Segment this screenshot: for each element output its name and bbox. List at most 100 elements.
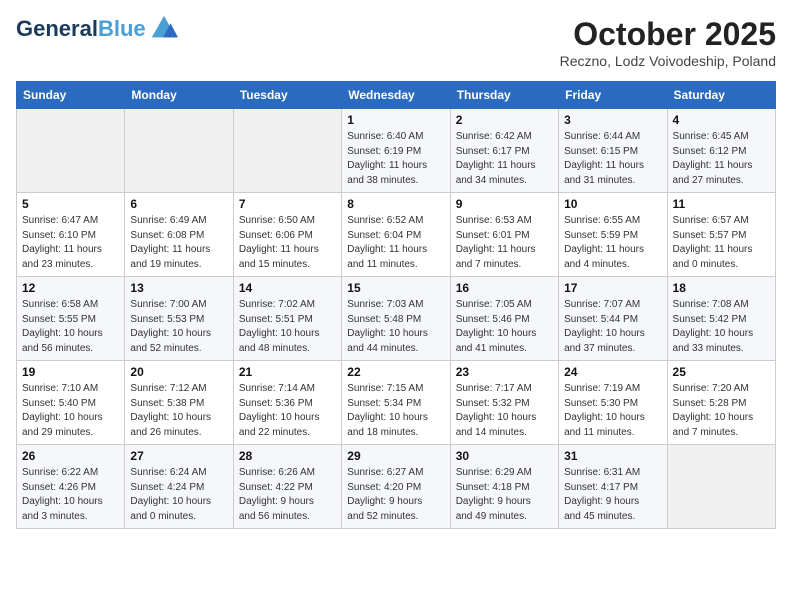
page-header: GeneralBlue October 2025 Reczno, Lodz Vo… [16, 16, 776, 69]
day-number: 29 [347, 449, 444, 463]
day-number: 15 [347, 281, 444, 295]
day-number: 6 [130, 197, 227, 211]
day-number: 3 [564, 113, 661, 127]
calendar-cell: 28 Sunrise: 6:26 AM Sunset: 4:22 PM Dayli… [233, 445, 341, 529]
day-number: 21 [239, 365, 336, 379]
calendar-cell: 2Sunrise: 6:42 AM Sunset: 6:17 PM Daylig… [450, 109, 558, 193]
calendar-cell: 18 Sunrise: 7:08 AM Sunset: 5:42 PM Dayli… [667, 277, 775, 361]
logo-icon [150, 14, 178, 42]
calendar-cell: 6Sunrise: 6:49 AM Sunset: 6:08 PM Daylig… [125, 193, 233, 277]
calendar-cell: 19 Sunrise: 7:10 AM Sunset: 5:40 PM Dayli… [17, 361, 125, 445]
calendar-cell: 26 Sunrise: 6:22 AM Sunset: 4:26 PM Dayli… [17, 445, 125, 529]
weekday-header: Wednesday [342, 82, 450, 109]
day-info: Sunrise: 6:40 AM Sunset: 6:19 PM Dayligh… [347, 130, 444, 188]
day-number: 22 [347, 365, 444, 379]
day-number: 4 [673, 113, 770, 127]
day-number: 26 [22, 449, 119, 463]
day-number: 20 [130, 365, 227, 379]
day-number: 19 [22, 365, 119, 379]
calendar-cell: 4 Sunrise: 6:45 AM Sunset: 6:12 PM Daylig… [667, 109, 775, 193]
day-number: 25 [673, 365, 770, 379]
calendar-week-row: 26 Sunrise: 6:22 AM Sunset: 4:26 PM Dayli… [17, 445, 776, 529]
calendar-week-row: 19 Sunrise: 7:10 AM Sunset: 5:40 PM Dayli… [17, 361, 776, 445]
location-subtitle: Reczno, Lodz Voivodeship, Poland [560, 53, 776, 69]
calendar-cell: 31 Sunrise: 6:31 AM Sunset: 4:17 PM Dayli… [559, 445, 667, 529]
calendar-cell: 16Sunrise: 7:05 AM Sunset: 5:46 PM Dayli… [450, 277, 558, 361]
calendar-cell: 25Sunrise: 7:20 AM Sunset: 5:28 PM Dayli… [667, 361, 775, 445]
calendar-cell [125, 109, 233, 193]
calendar-cell: 20 Sunrise: 7:12 AM Sunset: 5:38 PM Dayli… [125, 361, 233, 445]
calendar-cell: 7Sunrise: 6:50 AM Sunset: 6:06 PM Daylig… [233, 193, 341, 277]
day-info: Sunrise: 7:15 AM Sunset: 5:34 PM Dayligh… [347, 382, 444, 440]
calendar-cell: 14Sunrise: 7:02 AM Sunset: 5:51 PM Dayli… [233, 277, 341, 361]
calendar-cell: 10Sunrise: 6:55 AM Sunset: 5:59 PM Dayli… [559, 193, 667, 277]
day-number: 12 [22, 281, 119, 295]
calendar-cell: 13Sunrise: 7:00 AM Sunset: 5:53 PM Dayli… [125, 277, 233, 361]
day-info: Sunrise: 7:10 AM Sunset: 5:40 PM Dayligh… [22, 382, 119, 440]
calendar-cell: 8 Sunrise: 6:52 AM Sunset: 6:04 PM Daylig… [342, 193, 450, 277]
calendar-cell: 27Sunrise: 6:24 AM Sunset: 4:24 PM Dayli… [125, 445, 233, 529]
calendar-cell [17, 109, 125, 193]
day-number: 11 [673, 197, 770, 211]
calendar-cell: 9Sunrise: 6:53 AM Sunset: 6:01 PM Daylig… [450, 193, 558, 277]
day-number: 18 [673, 281, 770, 295]
day-info: Sunrise: 6:29 AM Sunset: 4:18 PM Dayligh… [456, 466, 553, 524]
calendar-week-row: 1 Sunrise: 6:40 AM Sunset: 6:19 PM Daylig… [17, 109, 776, 193]
calendar-cell [667, 445, 775, 529]
calendar-cell: 30 Sunrise: 6:29 AM Sunset: 4:18 PM Dayli… [450, 445, 558, 529]
day-info: Sunrise: 6:22 AM Sunset: 4:26 PM Dayligh… [22, 466, 119, 524]
day-number: 14 [239, 281, 336, 295]
day-number: 24 [564, 365, 661, 379]
weekday-header: Sunday [17, 82, 125, 109]
day-info: Sunrise: 7:00 AM Sunset: 5:53 PM Dayligh… [130, 298, 227, 356]
day-info: Sunrise: 6:45 AM Sunset: 6:12 PM Dayligh… [673, 130, 770, 188]
title-block: October 2025 Reczno, Lodz Voivodeship, P… [560, 16, 776, 69]
day-number: 2 [456, 113, 553, 127]
day-number: 9 [456, 197, 553, 211]
day-info: Sunrise: 7:17 AM Sunset: 5:32 PM Dayligh… [456, 382, 553, 440]
weekday-header: Saturday [667, 82, 775, 109]
weekday-header: Friday [559, 82, 667, 109]
day-info: Sunrise: 6:27 AM Sunset: 4:20 PM Dayligh… [347, 466, 444, 524]
calendar-cell: 3 Sunrise: 6:44 AM Sunset: 6:15 PM Daylig… [559, 109, 667, 193]
calendar-cell: 11Sunrise: 6:57 AM Sunset: 5:57 PM Dayli… [667, 193, 775, 277]
day-number: 23 [456, 365, 553, 379]
day-info: Sunrise: 7:12 AM Sunset: 5:38 PM Dayligh… [130, 382, 227, 440]
calendar-cell: 23 Sunrise: 7:17 AM Sunset: 5:32 PM Dayli… [450, 361, 558, 445]
calendar-cell: 12 Sunrise: 6:58 AM Sunset: 5:55 PM Dayli… [17, 277, 125, 361]
day-info: Sunrise: 6:50 AM Sunset: 6:06 PM Dayligh… [239, 214, 336, 272]
calendar-cell: 5 Sunrise: 6:47 AM Sunset: 6:10 PM Daylig… [17, 193, 125, 277]
day-info: Sunrise: 6:26 AM Sunset: 4:22 PM Dayligh… [239, 466, 336, 524]
day-info: Sunrise: 6:58 AM Sunset: 5:55 PM Dayligh… [22, 298, 119, 356]
day-info: Sunrise: 6:24 AM Sunset: 4:24 PM Dayligh… [130, 466, 227, 524]
day-number: 17 [564, 281, 661, 295]
day-number: 1 [347, 113, 444, 127]
calendar-week-row: 12 Sunrise: 6:58 AM Sunset: 5:55 PM Dayli… [17, 277, 776, 361]
calendar-cell: 1 Sunrise: 6:40 AM Sunset: 6:19 PM Daylig… [342, 109, 450, 193]
day-number: 5 [22, 197, 119, 211]
day-info: Sunrise: 7:19 AM Sunset: 5:30 PM Dayligh… [564, 382, 661, 440]
day-info: Sunrise: 7:14 AM Sunset: 5:36 PM Dayligh… [239, 382, 336, 440]
calendar-cell: 22 Sunrise: 7:15 AM Sunset: 5:34 PM Dayli… [342, 361, 450, 445]
day-info: Sunrise: 6:31 AM Sunset: 4:17 PM Dayligh… [564, 466, 661, 524]
weekday-header: Tuesday [233, 82, 341, 109]
day-number: 16 [456, 281, 553, 295]
day-info: Sunrise: 7:08 AM Sunset: 5:42 PM Dayligh… [673, 298, 770, 356]
calendar-week-row: 5 Sunrise: 6:47 AM Sunset: 6:10 PM Daylig… [17, 193, 776, 277]
weekday-header: Thursday [450, 82, 558, 109]
weekday-header: Monday [125, 82, 233, 109]
logo: GeneralBlue [16, 16, 178, 42]
calendar-table: SundayMondayTuesdayWednesdayThursdayFrid… [16, 81, 776, 529]
calendar-cell: 29 Sunrise: 6:27 AM Sunset: 4:20 PM Dayli… [342, 445, 450, 529]
day-number: 30 [456, 449, 553, 463]
calendar-cell: 24 Sunrise: 7:19 AM Sunset: 5:30 PM Dayli… [559, 361, 667, 445]
day-info: Sunrise: 6:44 AM Sunset: 6:15 PM Dayligh… [564, 130, 661, 188]
calendar-cell [233, 109, 341, 193]
day-number: 28 [239, 449, 336, 463]
day-number: 31 [564, 449, 661, 463]
day-info: Sunrise: 6:52 AM Sunset: 6:04 PM Dayligh… [347, 214, 444, 272]
day-info: Sunrise: 6:47 AM Sunset: 6:10 PM Dayligh… [22, 214, 119, 272]
logo-text: GeneralBlue [16, 17, 146, 41]
day-number: 8 [347, 197, 444, 211]
calendar-header-row: SundayMondayTuesdayWednesdayThursdayFrid… [17, 82, 776, 109]
